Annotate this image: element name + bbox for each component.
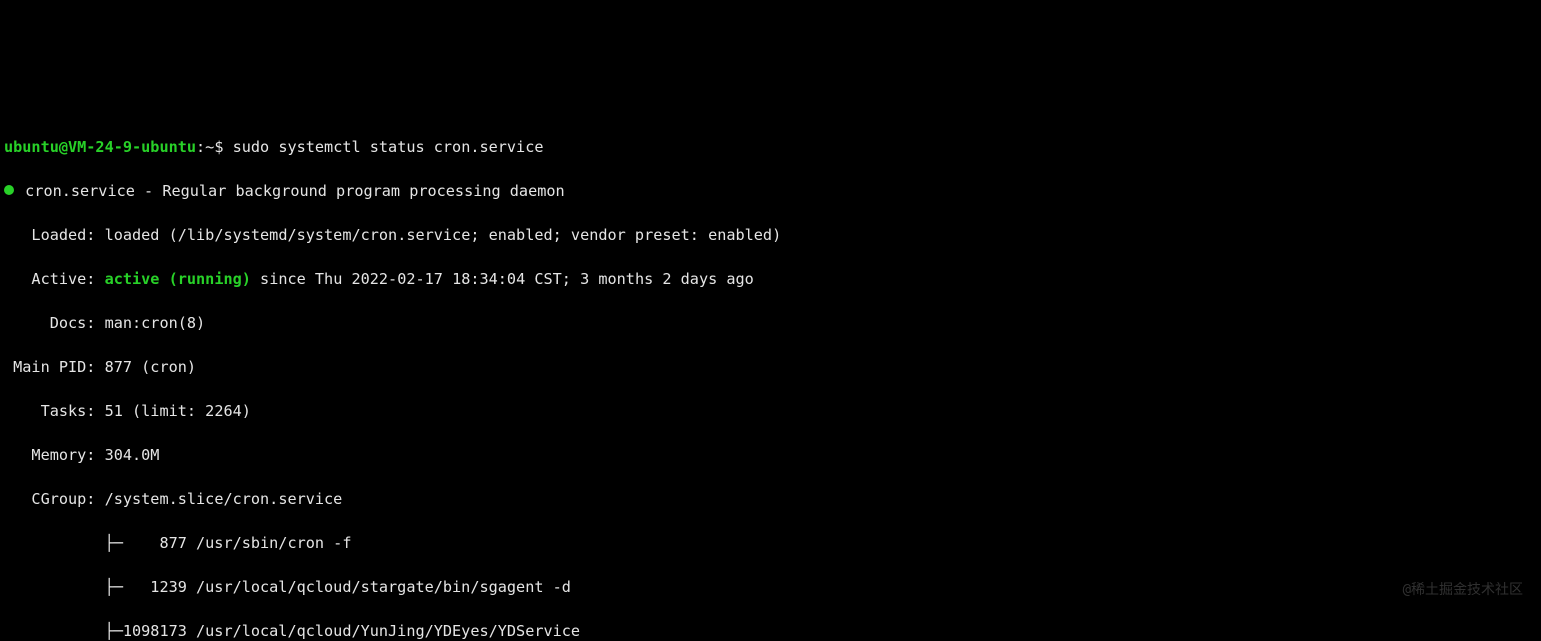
cgroup-line: CGroup: /system.slice/cron.service: [4, 488, 1541, 510]
unit-line: cron.service - Regular background progra…: [4, 180, 1541, 202]
docs-value: man:cron(8): [105, 314, 206, 332]
tasks-label: Tasks:: [4, 402, 105, 420]
memory-line: Memory: 304.0M: [4, 444, 1541, 466]
loaded-value: loaded (/lib/systemd/system/cron.service…: [105, 226, 782, 244]
loaded-line: Loaded: loaded (/lib/systemd/system/cron…: [4, 224, 1541, 246]
status-dot-icon: [4, 185, 14, 195]
active-tail: since Thu 2022-02-17 18:34:04 CST; 3 mon…: [251, 270, 754, 288]
cgroup-tree-line: ├─ 877 /usr/sbin/cron -f: [4, 532, 1541, 554]
tasks-value: 51 (limit: 2264): [105, 402, 251, 420]
prompt-cwd: :~$: [196, 138, 233, 156]
unit-desc: Regular background program processing da…: [162, 182, 564, 200]
tasks-line: Tasks: 51 (limit: 2264): [4, 400, 1541, 422]
mainpid-label: Main PID:: [4, 358, 105, 376]
docs-line: Docs: man:cron(8): [4, 312, 1541, 334]
terminal[interactable]: ubuntu@VM-24-9-ubuntu:~$ sudo systemctl …: [0, 110, 1541, 641]
prompt-user-host: ubuntu@VM-24-9-ubuntu: [4, 138, 196, 156]
mainpid-value: 877 (cron): [105, 358, 196, 376]
cgroup-tree-line: ├─ 1239 /usr/local/qcloud/stargate/bin/s…: [4, 576, 1541, 598]
cgroup-label: CGroup:: [4, 490, 105, 508]
prompt-command: sudo systemctl status cron.service: [233, 138, 544, 156]
cgroup-tree-line: ├─1098173 /usr/local/qcloud/YunJing/YDEy…: [4, 620, 1541, 641]
unit-dash: -: [135, 182, 162, 200]
mainpid-line: Main PID: 877 (cron): [4, 356, 1541, 378]
unit-name: cron.service: [25, 182, 135, 200]
cgroup-value: /system.slice/cron.service: [105, 490, 343, 508]
prompt-line: ubuntu@VM-24-9-ubuntu:~$ sudo systemctl …: [4, 136, 1541, 158]
docs-label: Docs:: [4, 314, 105, 332]
loaded-label: Loaded:: [4, 226, 105, 244]
active-line: Active: active (running) since Thu 2022-…: [4, 268, 1541, 290]
active-label: Active:: [4, 270, 105, 288]
memory-label: Memory:: [4, 446, 105, 464]
memory-value: 304.0M: [105, 446, 160, 464]
active-state: active (running): [105, 270, 251, 288]
